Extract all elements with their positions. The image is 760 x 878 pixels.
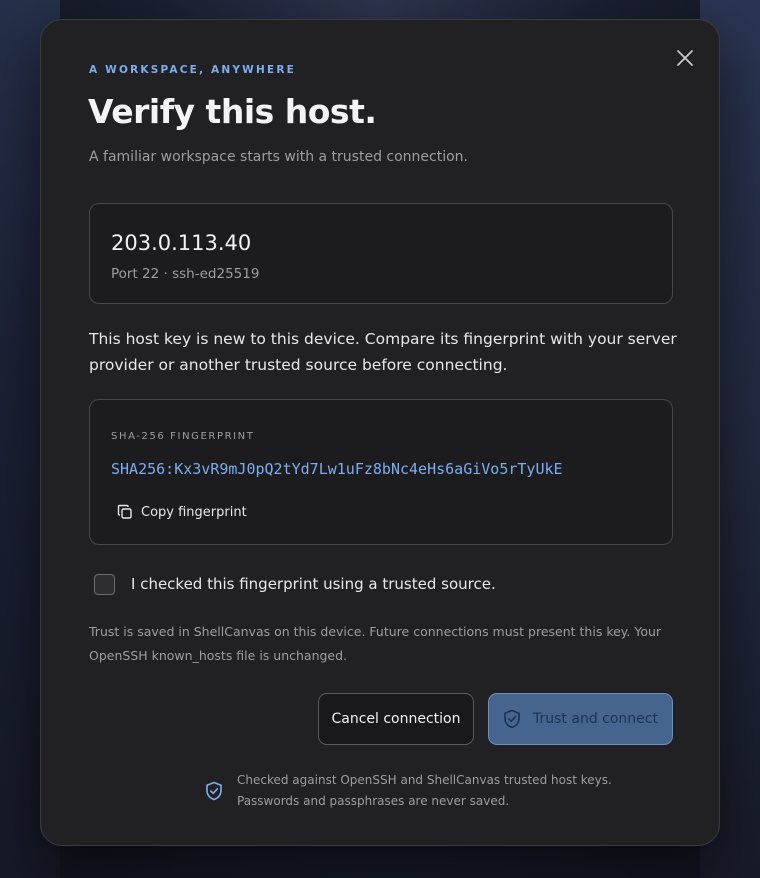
security-footer: Checked against OpenSSH and ShellCanvas … <box>205 770 612 812</box>
eyebrow-label: A WORKSPACE, ANYWHERE <box>89 64 296 76</box>
fingerprint-card: SHA-256 FINGERPRINT SHA256:Kx3vR9mJ0pQ2t… <box>89 399 673 545</box>
trusted-source-checkbox-row[interactable]: I checked this fingerprint using a trust… <box>94 572 496 596</box>
cancel-connection-button[interactable]: Cancel connection <box>318 693 474 745</box>
fingerprint-label: SHA-256 FINGERPRINT <box>111 431 255 442</box>
trust-and-connect-label: Trust and connect <box>533 711 658 727</box>
verify-host-dialog: A WORKSPACE, ANYWHERE Verify this host. … <box>40 19 720 846</box>
host-card: 203.0.113.40 Port 22 · ssh-ed25519 <box>89 203 673 304</box>
dialog-subtitle: A familiar workspace starts with a trust… <box>89 149 468 165</box>
close-button[interactable] <box>671 44 699 72</box>
new-host-notice: This host key is new to this device. Com… <box>89 330 677 374</box>
footer-line-2: Passwords and passphrases are never save… <box>237 794 510 808</box>
trusted-source-checkbox[interactable] <box>94 573 115 595</box>
trusted-source-label: I checked this fingerprint using a trust… <box>131 575 496 593</box>
trust-storage-note: Trust is saved in ShellCanvas on this de… <box>89 624 662 663</box>
footer-line-1: Checked against OpenSSH and ShellCanvas … <box>237 773 612 787</box>
dialog-title: Verify this host. <box>88 92 377 131</box>
host-meta: Port 22 · ssh-ed25519 <box>111 266 260 282</box>
copy-fingerprint-label: Copy fingerprint <box>141 504 247 520</box>
host-address: 203.0.113.40 <box>111 231 252 255</box>
trust-and-connect-button[interactable]: Trust and connect <box>488 693 673 745</box>
shield-check-icon <box>206 781 222 801</box>
copy-icon <box>117 504 132 519</box>
close-icon <box>677 50 693 66</box>
security-footer-text: Checked against OpenSSH and ShellCanvas … <box>237 770 612 812</box>
copy-fingerprint-button[interactable]: Copy fingerprint <box>117 501 247 523</box>
shield-icon <box>504 709 520 729</box>
fingerprint-value: SHA256:Kx3vR9mJ0pQ2tYd7Lw1uFz8bNc4eHs6aG… <box>111 460 563 478</box>
